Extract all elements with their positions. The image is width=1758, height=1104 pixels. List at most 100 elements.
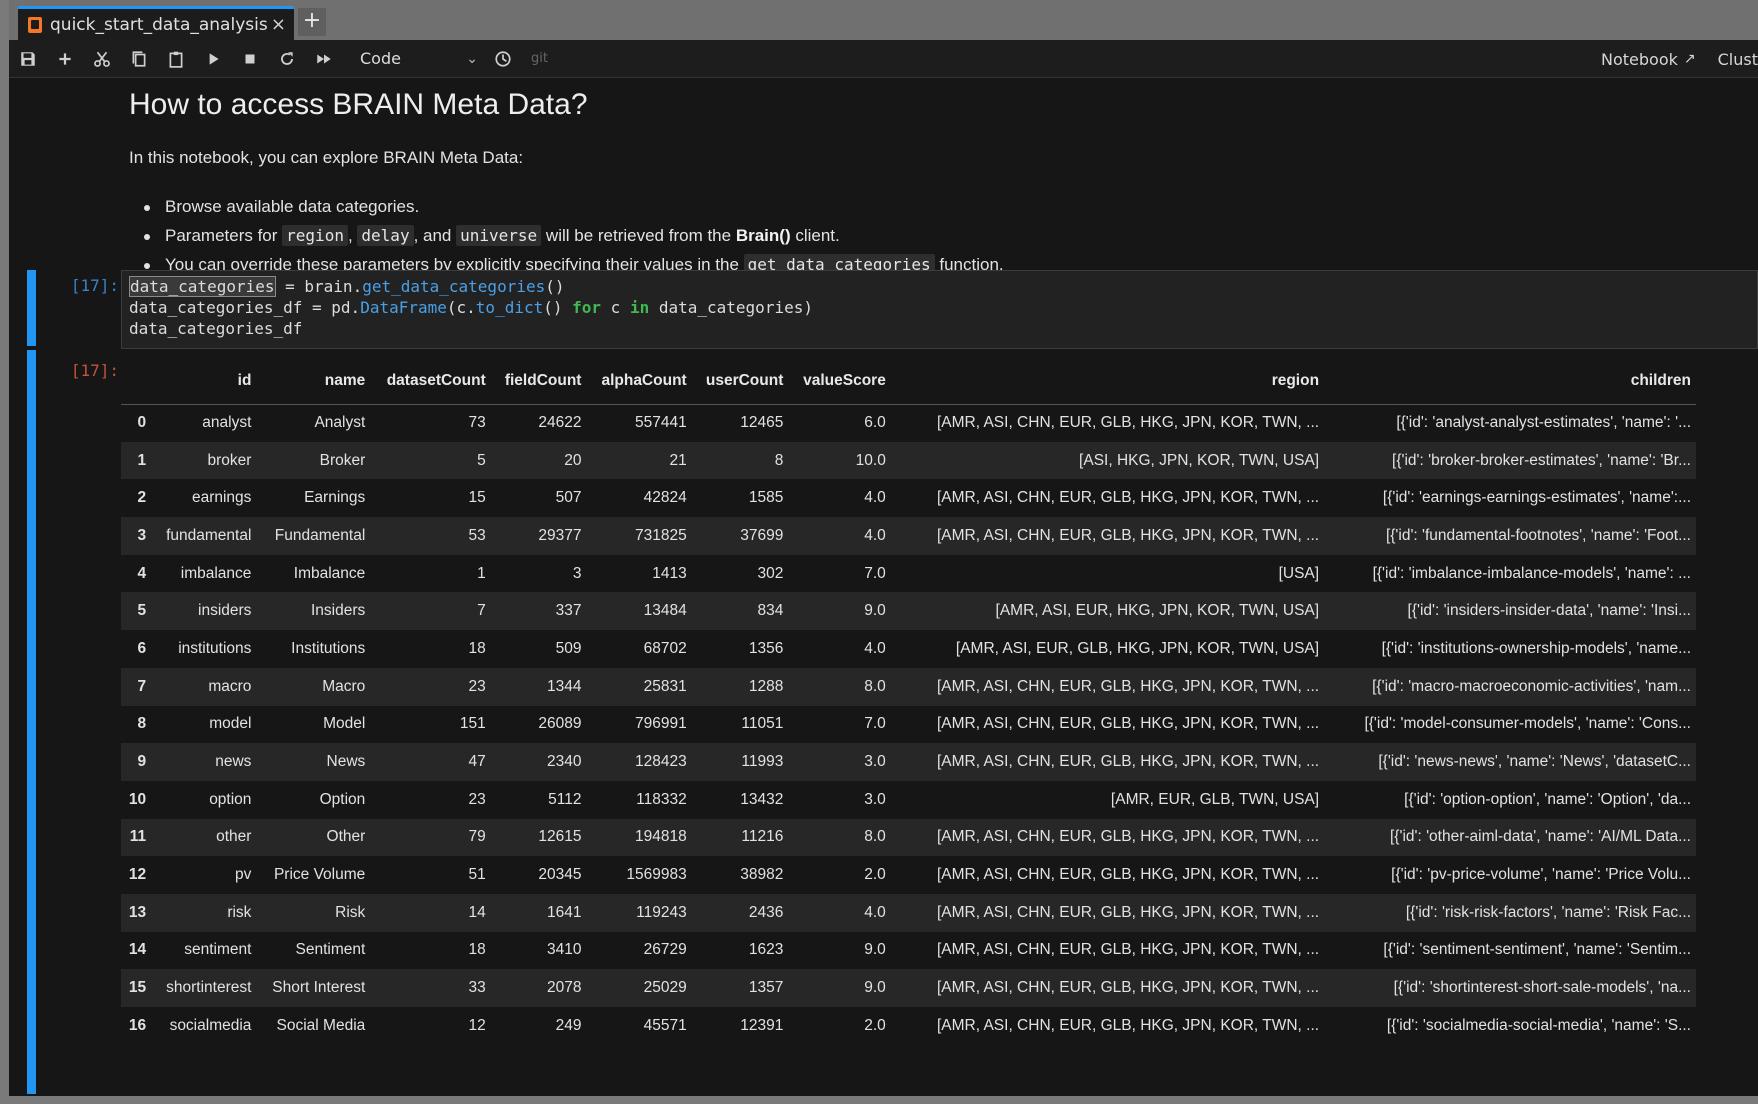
code-token: DataFrame (360, 298, 447, 317)
table-cell: 12391 (740, 1016, 784, 1034)
restart-run-all-button[interactable] (305, 40, 342, 78)
table-cell: Insiders (256, 592, 371, 631)
notebook-tab[interactable]: quick_start_data_analysis.ip × (18, 6, 294, 40)
table-cell: 5 (370, 441, 491, 480)
table-cell: 2.0 (864, 866, 886, 884)
row-index: 7 (121, 667, 152, 706)
table-cell: 302 (757, 564, 784, 582)
interrupt-button[interactable] (231, 40, 268, 78)
table-cell: Price Volume (273, 866, 366, 884)
row-index: 16 (128, 1016, 147, 1034)
table-cell: [USA] (1278, 564, 1320, 582)
table-cell: 45571 (643, 1016, 687, 1034)
tab-bar: quick_start_data_analysis.ip × + (9, 0, 1758, 40)
table-cell: 18 (468, 639, 486, 657)
table-cell: 1356 (748, 639, 784, 657)
run-button[interactable] (194, 40, 231, 78)
copy-button[interactable] (120, 40, 157, 78)
table-cell: [AMR, ASI, CHN, EUR, GLB, HKG, JPN, KOR,… (890, 818, 1325, 857)
table-cell: option (209, 790, 252, 808)
inline-code: region (282, 225, 348, 246)
row-index: 13 (121, 893, 152, 932)
table-cell: 2.0 (864, 1016, 886, 1034)
code-token: (c. (446, 298, 476, 317)
table-cell: other (151, 818, 257, 857)
row-index: 4 (137, 564, 147, 582)
column-header: userCount (691, 359, 789, 405)
table-cell: 26089 (538, 715, 582, 733)
row-index: 12 (128, 866, 147, 884)
table-cell: 79 (370, 818, 491, 857)
row-index: 8 (137, 715, 147, 733)
restart-button[interactable] (268, 40, 305, 78)
table-cell: 24622 (538, 414, 582, 432)
table-cell: 7.0 (864, 715, 886, 733)
tab-title: quick_start_data_analysis.ip (50, 14, 267, 35)
table-cell: [AMR, ASI, CHN, EUR, GLB, HKG, JPN, KOR,… (890, 969, 1325, 1007)
scissors-icon (93, 51, 110, 67)
table-cell: 37699 (691, 517, 789, 555)
table-cell: 21 (586, 441, 692, 480)
table-cell: Earnings (304, 489, 366, 507)
insert-cell-button[interactable] (46, 40, 83, 78)
table-cell: 1569983 (626, 866, 687, 884)
table-cell: Other (256, 818, 371, 857)
external-link-icon[interactable]: ↗ (1684, 51, 1696, 67)
table-cell: 731825 (586, 517, 692, 555)
bullet-text: will be retrieved from the (541, 226, 736, 245)
table-cell: insiders (151, 592, 257, 631)
table-row: 5 insiders Insiders 7 337 13484 834 9.0 [AMR, AS… (121, 592, 1696, 631)
table-cell: [{'id': 'other-aiml-data', 'name': 'AI/M… (1324, 818, 1696, 857)
code-editor[interactable]: data_categories = brain.get_data_categor… (121, 270, 1758, 349)
row-index: 9 (121, 743, 152, 781)
table-cell: [AMR, ASI, CHN, EUR, GLB, HKG, JPN, KOR,… (936, 1016, 1320, 1034)
table-row: 2 earnings Earnings 15 507 42824 1585 4.0 [AMR, … (121, 479, 1696, 517)
table-cell: 1344 (490, 667, 587, 706)
close-icon[interactable]: × (271, 14, 286, 35)
table-cell: [{'id': 'fundamental-footnotes', 'name':… (1324, 517, 1696, 555)
cell-type-dropdown[interactable]: Code ⌄ (360, 49, 478, 68)
table-cell: risk (151, 893, 257, 932)
table-cell: [AMR, ASI, CHN, EUR, GLB, HKG, JPN, KOR,… (890, 893, 1325, 932)
table-row: 13 risk Risk 14 1641 119243 2436 4.0 [AMR, ASI, … (121, 893, 1696, 932)
paste-button[interactable] (157, 40, 194, 78)
table-cell: 25831 (586, 667, 692, 706)
notebook-kernel-label[interactable]: Notebook (1601, 50, 1678, 69)
cut-button[interactable] (83, 40, 120, 78)
table-cell: socialmedia (169, 1016, 252, 1034)
table-cell: 194818 (586, 818, 692, 857)
table-cell: 3 (572, 564, 582, 582)
table-row: 9 news News 47 2340 128423 11993 3.0 [AMR, ASI, … (121, 743, 1696, 781)
code-token: = brain. (275, 277, 363, 296)
row-index: 14 (128, 941, 147, 959)
notebook-toolbar: Code ⌄ git Notebook ↗ Clust (9, 40, 1758, 78)
table-cell: 12465 (740, 414, 784, 432)
table-cell: 7 (370, 592, 491, 631)
save-button[interactable] (9, 40, 46, 78)
table-cell: 834 (691, 592, 789, 631)
play-icon (209, 52, 219, 65)
table-cell: shortinterest (151, 969, 257, 1007)
git-label[interactable]: git (531, 51, 548, 66)
bullet-text: , (347, 226, 358, 245)
code-token: data_categories) (649, 298, 813, 317)
table-cell: 507 (555, 489, 582, 507)
cluster-label[interactable]: Clust (1718, 50, 1758, 69)
table-cell: 12615 (490, 818, 587, 857)
table-cell: 9.0 (788, 592, 891, 631)
bullet-text: client. (790, 226, 840, 245)
history-button[interactable] (484, 40, 521, 78)
table-cell: model (209, 715, 252, 733)
notebook-icon (28, 16, 42, 33)
table-cell: macro (151, 667, 257, 706)
table-cell: 6.0 (864, 414, 886, 432)
table-cell: broker (151, 441, 257, 480)
table-cell: [{'id': 'model-consumer-models', 'name':… (1364, 715, 1691, 733)
column-header: id (151, 359, 257, 405)
fast-forward-icon (316, 54, 331, 63)
table-cell: [{'id': 'insiders-insider-data', 'name':… (1324, 592, 1696, 631)
table-cell: Model (323, 715, 366, 733)
table-cell: 8.0 (788, 818, 891, 857)
new-tab-button[interactable]: + (298, 8, 326, 36)
dataframe-table: id name datasetCount fieldCount alphaCount us… (121, 359, 1696, 1045)
